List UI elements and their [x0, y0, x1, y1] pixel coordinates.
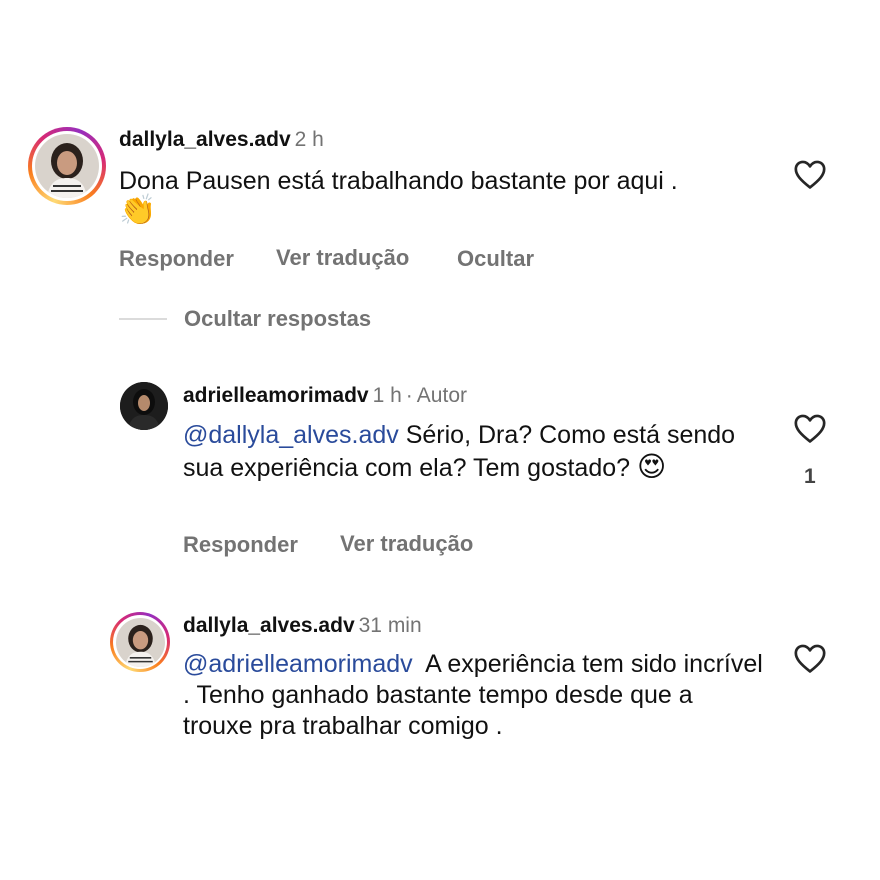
person-photo-icon — [115, 617, 165, 667]
like-heart-icon[interactable] — [793, 158, 827, 190]
reply-time: 1 h — [372, 384, 402, 407]
hide-replies-button[interactable]: Ocultar respostas — [184, 306, 371, 332]
reply-header: dallyla_alves.adv 31 min — [183, 614, 422, 638]
avatar-image — [115, 617, 165, 667]
reply-time: 31 min — [358, 614, 422, 637]
avatar-image — [35, 134, 99, 198]
mention-link[interactable]: @adrielleamorimadv — [183, 650, 413, 678]
reply-username[interactable]: adrielleamorimadv — [183, 384, 369, 407]
person-photo-icon — [120, 382, 168, 430]
replies-divider — [119, 318, 167, 320]
translate-button[interactable]: Ver tradução — [340, 531, 473, 557]
comment-time: 2 h — [294, 128, 324, 151]
reply-username[interactable]: dallyla_alves.adv — [183, 614, 355, 637]
like-heart-icon[interactable] — [793, 412, 827, 444]
person-photo-icon — [35, 134, 99, 198]
reply-button[interactable]: Responder — [119, 246, 234, 272]
clap-emoji: 👏 — [119, 194, 157, 227]
heart-eyes-emoji: 😍 — [636, 451, 667, 482]
reply-text: @dallyla_alves.adv Sério, Dra? Como está… — [183, 420, 743, 484]
author-badge: Autor — [416, 384, 467, 407]
avatar-adrielle[interactable] — [120, 382, 168, 430]
comment-username[interactable]: dallyla_alves.adv — [119, 128, 291, 151]
avatar-dallyla[interactable] — [110, 612, 170, 672]
translate-button[interactable]: Ver tradução — [276, 245, 409, 271]
like-heart-icon[interactable] — [793, 642, 827, 674]
like-count: 1 — [804, 465, 816, 488]
reply-text: @adrielleamorimadv A experiência tem sid… — [183, 649, 763, 742]
meta-separator: · — [405, 384, 413, 407]
comment-header: dallyla_alves.adv 2 h — [119, 128, 324, 152]
reply-button[interactable]: Responder — [183, 532, 298, 558]
comment-body: Dona Pausen está trabalhando bastante po… — [119, 167, 678, 195]
mention-link[interactable]: @dallyla_alves.adv — [183, 421, 399, 449]
comment-text: Dona Pausen está trabalhando bastante po… — [119, 166, 769, 197]
hide-button[interactable]: Ocultar — [457, 246, 534, 272]
reply-header: adrielleamorimadv 1 h · Autor — [183, 384, 467, 408]
avatar-dallyla[interactable] — [28, 127, 106, 205]
